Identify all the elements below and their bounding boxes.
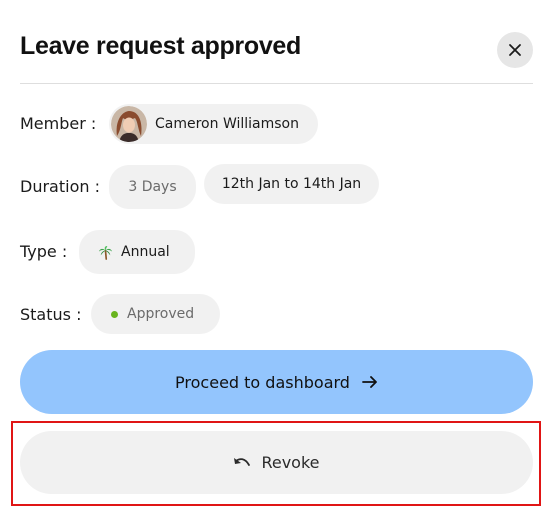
- header-divider: [20, 83, 533, 84]
- status-value: Approved: [127, 306, 195, 322]
- member-name: Cameron Williamson: [155, 116, 299, 132]
- type-value: Annual: [121, 244, 170, 260]
- duration-label: Duration :: [20, 177, 100, 196]
- duration-range: 12th Jan to 14th Jan: [221, 176, 362, 192]
- avatar: [111, 106, 147, 142]
- status-dot-icon: [111, 310, 118, 318]
- type-chip: Annual: [79, 230, 195, 274]
- undo-icon: [233, 457, 251, 469]
- duration-days: 3 Days: [128, 179, 177, 195]
- palm-tree-icon: [98, 245, 113, 260]
- arrow-right-icon: [362, 375, 378, 389]
- member-label: Member :: [20, 114, 97, 133]
- proceed-to-dashboard-button[interactable]: Proceed to dashboard: [20, 350, 533, 414]
- revoke-button[interactable]: Revoke: [20, 431, 533, 494]
- close-button[interactable]: [497, 32, 533, 68]
- close-icon: [509, 44, 521, 56]
- revoke-label: Revoke: [261, 453, 320, 472]
- member-chip: Cameron Williamson: [109, 104, 318, 144]
- duration-days-chip: 3 Days: [109, 165, 196, 209]
- duration-range-chip: 12th Jan to 14th Jan: [204, 164, 379, 204]
- status-badge: Approved: [91, 294, 220, 334]
- status-label: Status :: [20, 305, 82, 324]
- type-label: Type :: [20, 242, 68, 261]
- proceed-label: Proceed to dashboard: [175, 372, 350, 392]
- dialog-title: Leave request approved: [20, 32, 302, 60]
